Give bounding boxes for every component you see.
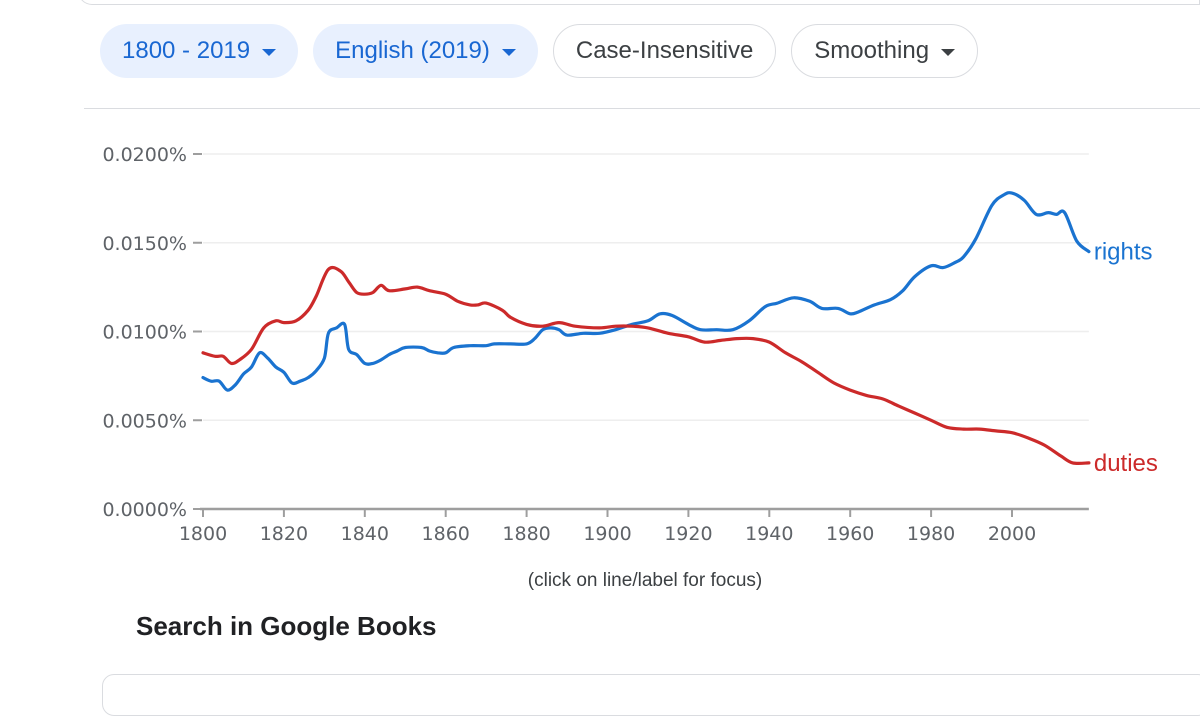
y-tick-label: 0.0150% xyxy=(102,233,187,255)
series-label-rights[interactable]: rights xyxy=(1094,239,1153,266)
case-label: Case-Insensitive xyxy=(575,37,754,64)
y-tick-label: 0.0100% xyxy=(102,322,187,344)
x-tick-label: 1840 xyxy=(341,523,389,545)
x-tick-label: 1880 xyxy=(502,523,550,545)
series-line-duties[interactable] xyxy=(201,265,1091,465)
top-search-box-edge xyxy=(78,0,1200,5)
x-tick-label: 1800 xyxy=(179,523,227,545)
x-tick-label: 1980 xyxy=(907,523,955,545)
chart-note: (click on line/label for focus) xyxy=(527,570,763,591)
corpus-label: English (2019) xyxy=(335,37,490,64)
filter-bar: 1800 - 2019 English (2019) Case-Insensit… xyxy=(100,24,979,78)
caret-down-icon xyxy=(941,49,956,56)
caret-down-icon xyxy=(262,49,277,56)
x-tick-label: 1920 xyxy=(664,523,712,545)
year-range-label: 1800 - 2019 xyxy=(122,37,251,64)
divider xyxy=(84,108,1200,109)
x-tick-label: 1940 xyxy=(745,523,793,545)
caret-down-icon xyxy=(501,49,516,56)
x-tick-label: 1960 xyxy=(826,523,874,545)
y-tick-label: 0.0000% xyxy=(102,499,187,521)
x-tick-label: 1900 xyxy=(583,523,631,545)
ngram-chart: 0.0000% 0.0050% 0.0100% 0.0150% 0.0200% 1800 1… xyxy=(102,144,1158,545)
x-tick-label: 1820 xyxy=(260,523,308,545)
year-range-dropdown[interactable]: 1800 - 2019 xyxy=(100,24,299,78)
y-tick-label: 0.0200% xyxy=(102,144,187,166)
books-search-box[interactable] xyxy=(102,674,1200,716)
y-tick-label: 0.0050% xyxy=(102,410,187,432)
corpus-dropdown[interactable]: English (2019) xyxy=(313,24,538,78)
smoothing-dropdown[interactable]: Smoothing xyxy=(791,24,979,78)
x-tick-label: 2000 xyxy=(988,523,1036,545)
case-insensitive-toggle[interactable]: Case-Insensitive xyxy=(552,24,777,78)
series-line-rights[interactable] xyxy=(201,191,1091,392)
x-tick-label: 1860 xyxy=(422,523,470,545)
smoothing-label: Smoothing xyxy=(814,37,930,64)
google-books-heading: Search in Google Books xyxy=(136,611,437,641)
series-label-duties[interactable]: duties xyxy=(1094,450,1158,477)
